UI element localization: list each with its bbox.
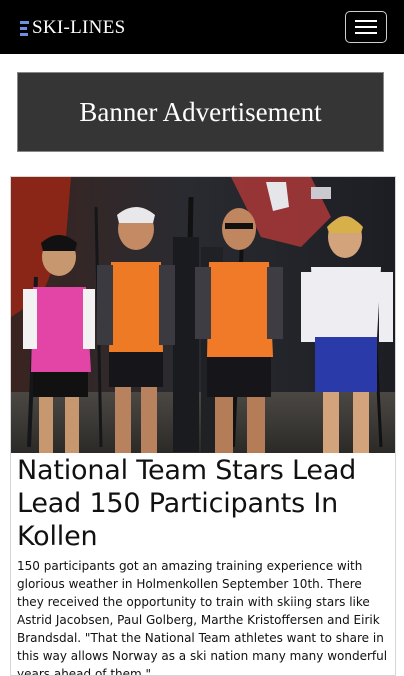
article-photo[interactable] — [11, 177, 395, 453]
site-logo[interactable]: SKI-LINES — [20, 17, 125, 39]
article-summary: 150 participants got an amazing training… — [17, 559, 388, 676]
hamburger-menu-icon — [355, 20, 377, 22]
logo-lines-icon — [20, 20, 29, 36]
article-headline[interactable]: National Team Stars Lead Lead 150 Partic… — [17, 454, 389, 553]
banner-text: Banner Advertisement — [79, 96, 322, 127]
logo-text: SKI-LINES — [32, 17, 126, 38]
article-card[interactable]: National Team Stars Lead Lead 150 Partic… — [10, 176, 396, 676]
top-navbar: SKI-LINES — [0, 0, 404, 54]
menu-toggle-button[interactable] — [345, 11, 387, 43]
banner-advertisement[interactable]: Banner Advertisement — [17, 72, 384, 152]
